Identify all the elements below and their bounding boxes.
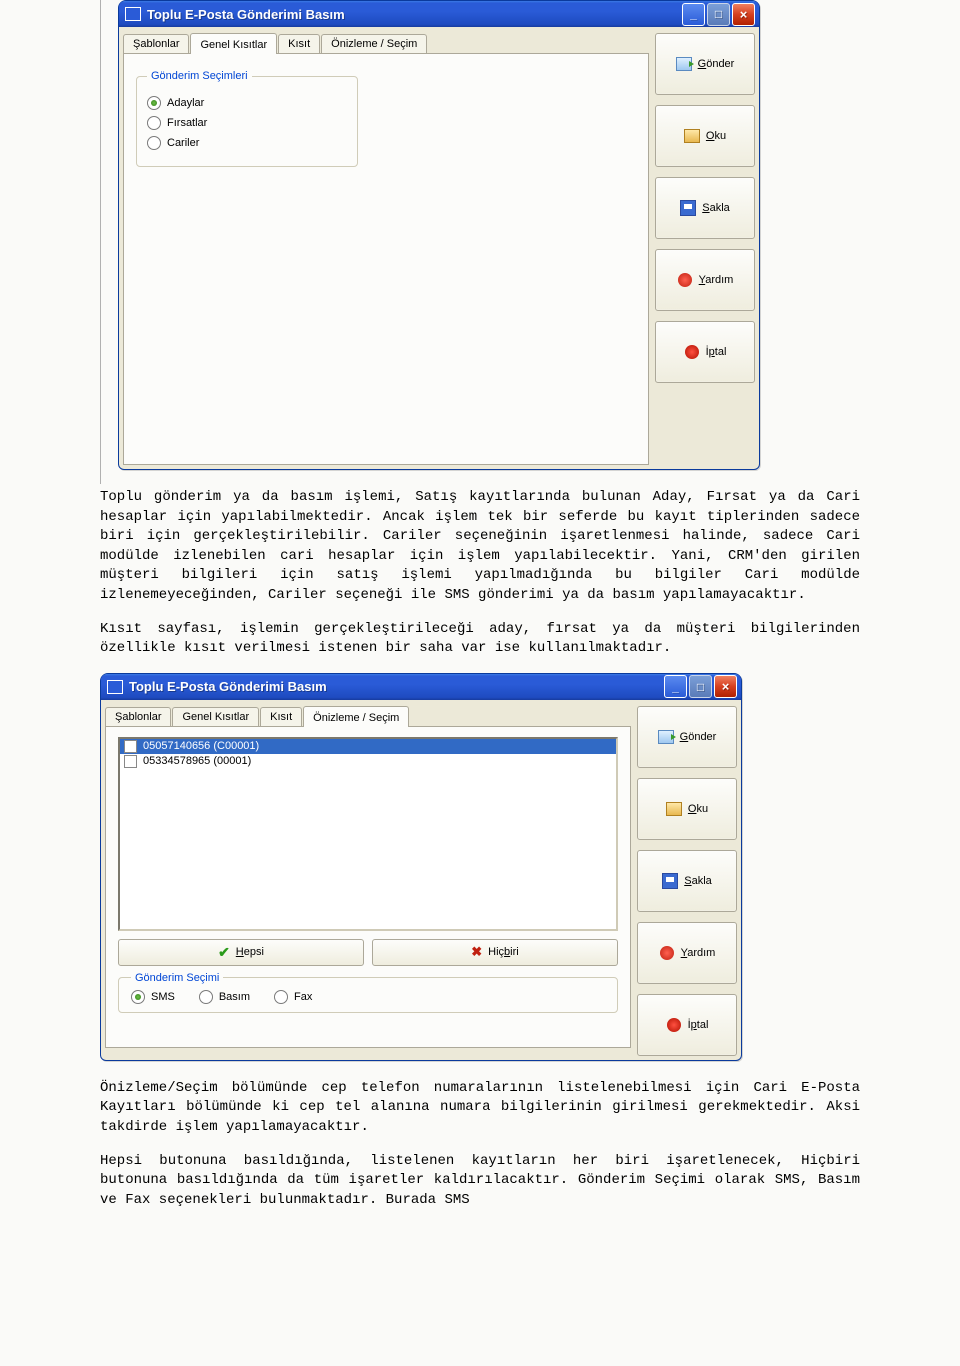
radio-label: Basım <box>219 991 250 1003</box>
tab-label: Kısıt <box>270 711 292 723</box>
app-icon <box>125 7 141 21</box>
checkbox-icon[interactable] <box>124 755 137 768</box>
selection-listbox[interactable]: 05057140656 (C00001) 05334578965 (00001) <box>118 737 618 931</box>
titlebar[interactable]: Toplu E-Posta Gönderimi Basım _ □ × <box>101 674 741 700</box>
minimize-button[interactable]: _ <box>664 675 687 698</box>
checkbox-icon[interactable] <box>124 740 137 753</box>
help-icon <box>659 945 675 961</box>
body-paragraph-4: Hepsi butonuna basıldığında, listelenen … <box>100 1152 860 1211</box>
window-onizleme-secim: Toplu E-Posta Gönderimi Basım _ □ × Şabl… <box>100 673 742 1061</box>
radio-label: Fax <box>294 991 312 1003</box>
close-button[interactable]: × <box>732 3 755 26</box>
list-item[interactable]: 05334578965 (00001) <box>120 754 616 769</box>
hicbiri-button[interactable]: ✖ Hiçbiri <box>372 939 618 966</box>
save-icon <box>680 200 696 216</box>
x-icon: ✖ <box>471 944 482 960</box>
read-icon <box>684 128 700 144</box>
oku-button[interactable]: Oku <box>655 105 755 167</box>
window-title: Toplu E-Posta Gönderimi Basım <box>147 7 680 22</box>
check-icon: ✔ <box>218 944 230 961</box>
radio-fax[interactable]: Fax <box>274 990 312 1004</box>
body-paragraph-3: Önizleme/Seçim bölümünde cep telefon num… <box>100 1079 860 1138</box>
oku-button[interactable]: Oku <box>637 778 737 840</box>
list-item[interactable]: 05057140656 (C00001) <box>120 739 616 754</box>
tab-label: Genel Kısıtlar <box>182 711 249 723</box>
side-button-bar: Gönder Oku Sakla Yardım İptal <box>637 704 737 1056</box>
radio-icon <box>274 990 288 1004</box>
radio-icon <box>131 990 145 1004</box>
sakla-button[interactable]: Sakla <box>655 177 755 239</box>
send-icon <box>658 729 674 745</box>
tab-genel-kisitlar[interactable]: Genel Kısıtlar <box>190 33 277 54</box>
close-button[interactable]: × <box>714 675 737 698</box>
group-gonderim-secimleri: Gönderim Seçimleri Adaylar Fırsatlar Car… <box>136 70 358 167</box>
yardim-button[interactable]: Yardım <box>637 922 737 984</box>
tab-sablonlar[interactable]: Şablonlar <box>105 707 171 726</box>
hepsi-button[interactable]: ✔ Hepsi <box>118 939 364 966</box>
titlebar[interactable]: Toplu E-Posta Gönderimi Basım _ □ × <box>119 1 759 27</box>
yardim-button[interactable]: Yardım <box>655 249 755 311</box>
tab-bar: Şablonlar Genel Kısıtlar Kısıt Önizleme … <box>105 704 631 726</box>
radio-label: SMS <box>151 991 175 1003</box>
btn-label-rest: önder <box>706 58 734 70</box>
tab-kisit[interactable]: Kısıt <box>260 707 302 726</box>
tab-bar: Şablonlar Genel Kısıtlar Kısıt Önizleme … <box>123 31 649 53</box>
help-icon <box>677 272 693 288</box>
groupbox-legend: Gönderim Seçimleri <box>147 70 252 82</box>
radio-adaylar[interactable]: Adaylar <box>147 96 347 110</box>
cancel-icon <box>666 1017 682 1033</box>
tab-onizleme[interactable]: Önizleme / Seçim <box>303 706 409 727</box>
tab-label: Şablonlar <box>115 711 161 723</box>
tab-label: Genel Kısıtlar <box>200 39 267 51</box>
gonder-button[interactable]: Gönder <box>637 706 737 768</box>
group-gonderim-secimi: Gönderim Seçimi SMS Basım Fax <box>118 972 618 1013</box>
maximize-button[interactable]: □ <box>707 3 730 26</box>
radio-icon <box>199 990 213 1004</box>
gonder-button[interactable]: Gönder <box>655 33 755 95</box>
window-title: Toplu E-Posta Gönderimi Basım <box>129 679 662 694</box>
read-icon <box>666 801 682 817</box>
iptal-button[interactable]: İptal <box>637 994 737 1056</box>
radio-icon <box>147 96 161 110</box>
body-paragraph-1: Toplu gönderim ya da basım işlemi, Satış… <box>100 488 860 606</box>
tab-onizleme[interactable]: Önizleme / Seçim <box>321 34 427 53</box>
radio-icon <box>147 116 161 130</box>
tab-label: Şablonlar <box>133 38 179 50</box>
side-button-bar: Gönder Oku Sakla Yardım İptal <box>655 31 755 465</box>
body-paragraph-2: Kısıt sayfası, işlemin gerçekleştirilece… <box>100 620 860 659</box>
radio-label: Fırsatlar <box>167 117 207 129</box>
tab-label: Kısıt <box>288 38 310 50</box>
radio-sms[interactable]: SMS <box>131 990 175 1004</box>
tab-sablonlar[interactable]: Şablonlar <box>123 34 189 53</box>
window-genel-kisitlar: Toplu E-Posta Gönderimi Basım _ □ × Şabl… <box>118 0 760 470</box>
list-item-label: 05334578965 (00001) <box>143 755 251 767</box>
radio-firsatlar[interactable]: Fırsatlar <box>147 116 347 130</box>
tab-label: Önizleme / Seçim <box>313 712 399 724</box>
maximize-button[interactable]: □ <box>689 675 712 698</box>
tab-kisit[interactable]: Kısıt <box>278 34 320 53</box>
groupbox-legend: Gönderim Seçimi <box>131 972 223 984</box>
radio-cariler[interactable]: Cariler <box>147 136 347 150</box>
list-item-label: 05057140656 (C00001) <box>143 740 259 752</box>
sakla-button[interactable]: Sakla <box>637 850 737 912</box>
radio-label: Adaylar <box>167 97 204 109</box>
radio-basim[interactable]: Basım <box>199 990 250 1004</box>
iptal-button[interactable]: İptal <box>655 321 755 383</box>
send-icon <box>676 56 692 72</box>
page-gutter-line <box>100 0 101 484</box>
tab-label: Önizleme / Seçim <box>331 38 417 50</box>
cancel-icon <box>684 344 700 360</box>
app-icon <box>107 680 123 694</box>
radio-label: Cariler <box>167 137 199 149</box>
minimize-button[interactable]: _ <box>682 3 705 26</box>
save-icon <box>662 873 678 889</box>
tab-genel-kisitlar[interactable]: Genel Kısıtlar <box>172 707 259 726</box>
radio-icon <box>147 136 161 150</box>
